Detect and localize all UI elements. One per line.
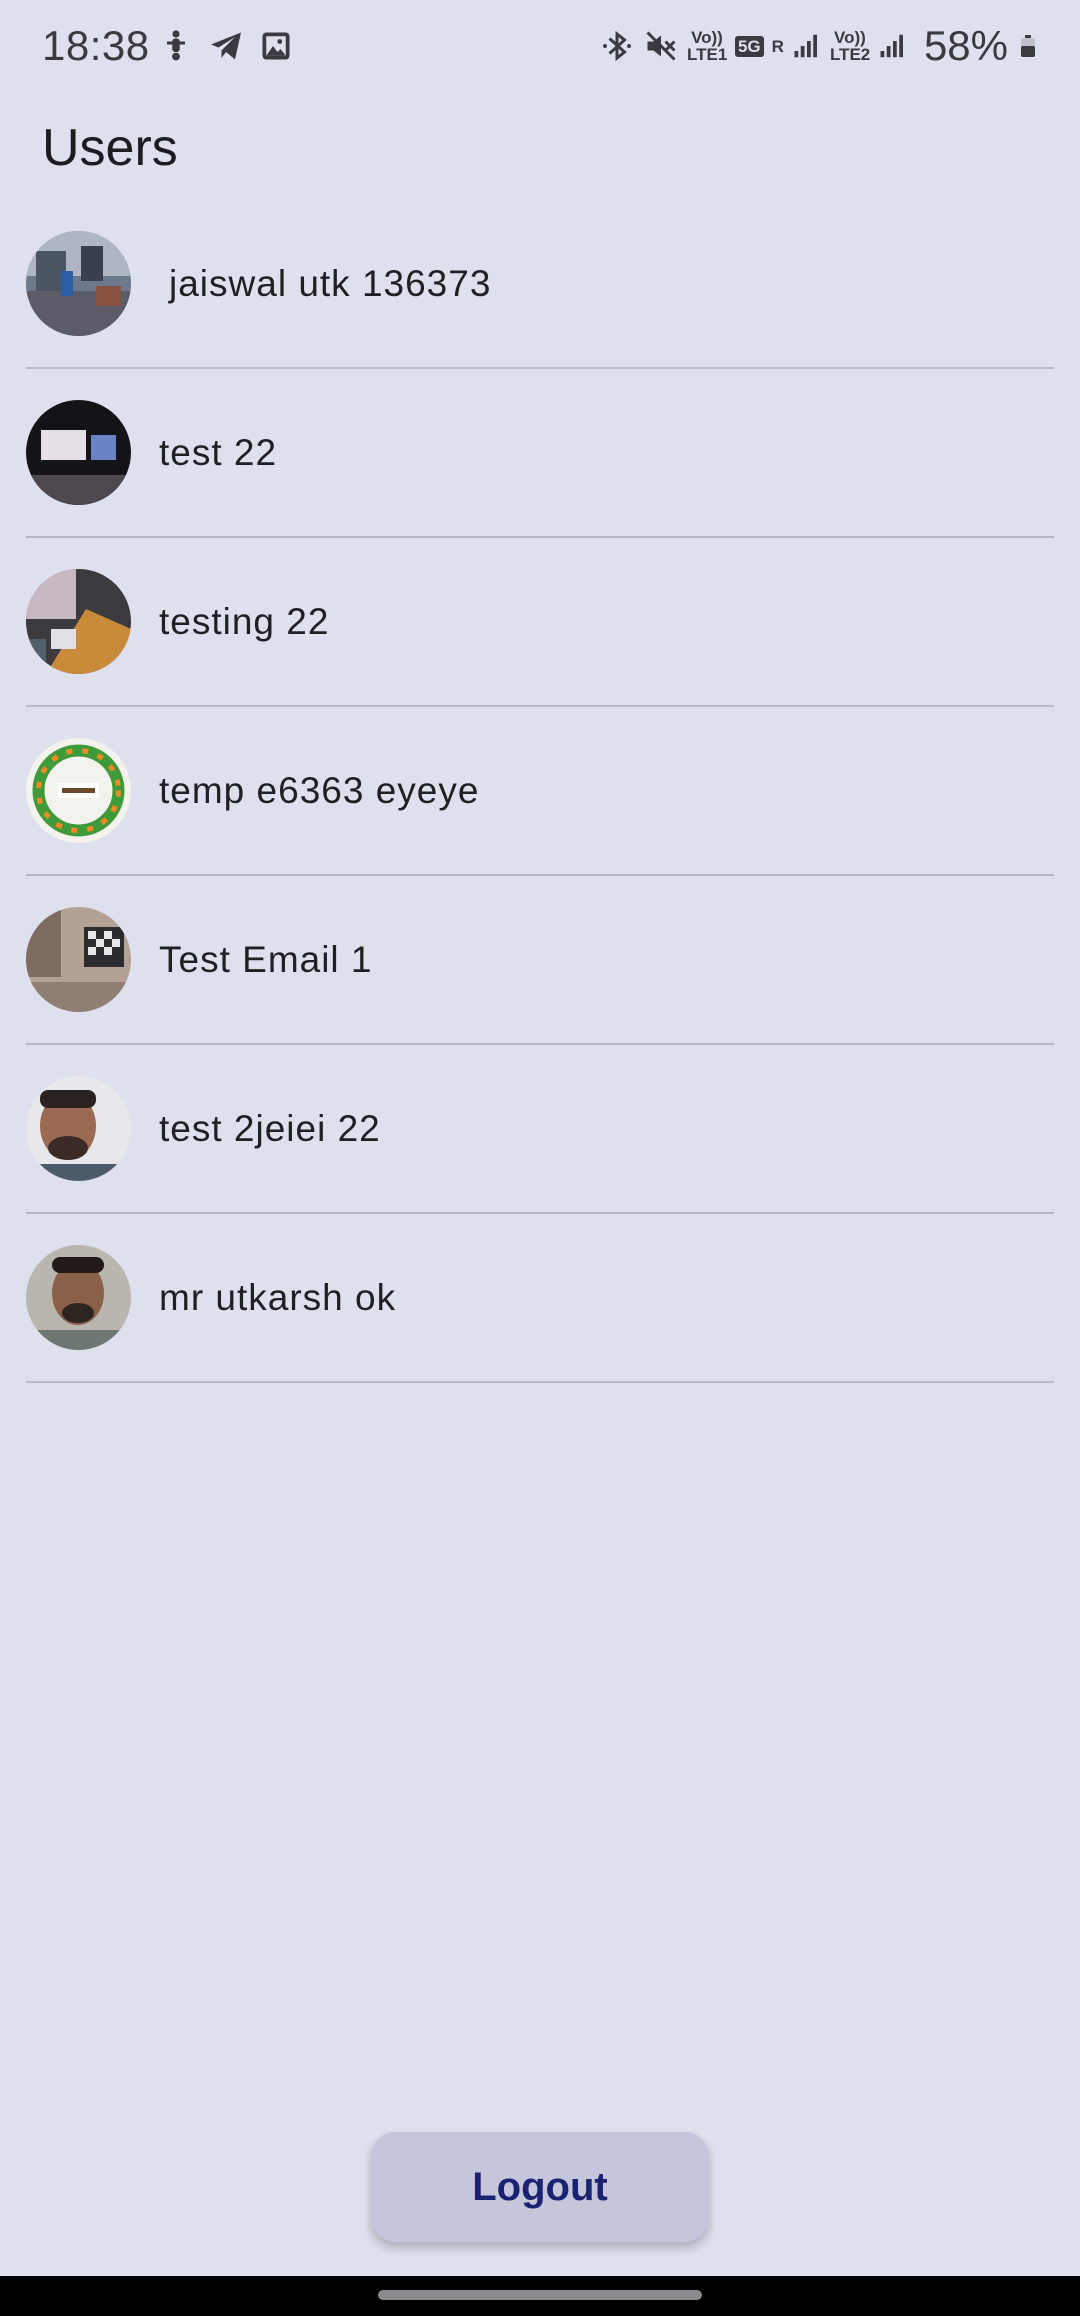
battery-percentage: 58% [923, 22, 1008, 69]
signal-icon-2 [880, 34, 903, 58]
user-list-item[interactable]: Test Email 1 [26, 876, 1054, 1045]
scooter-notification-icon [167, 30, 185, 61]
sim2-label: Vo)) LTE2 [829, 28, 871, 64]
page-title: Users [42, 119, 178, 177]
user-name: test 2jeiei 22 [159, 1107, 381, 1149]
avatar [26, 569, 131, 674]
user-name: mr utkarsh ok [159, 1276, 397, 1318]
user-name: testing 22 [159, 600, 330, 642]
navigation-bar [0, 2276, 1080, 2316]
user-name: test 22 [159, 431, 278, 473]
battery-icon [1021, 35, 1035, 57]
data-5g-label: 5G [734, 35, 764, 57]
user-name: jaiswal utk 136373 [169, 262, 492, 304]
signal-icon [794, 34, 817, 58]
telegram-icon [211, 32, 241, 60]
avatar [26, 231, 131, 336]
user-name: temp e6363 eyeye [159, 769, 480, 811]
user-list-item[interactable]: test 2jeiei 22 [26, 1045, 1054, 1214]
user-list-item[interactable]: jaiswal utk 136373 [26, 200, 1054, 369]
avatar [26, 907, 131, 1012]
roaming-label: R [771, 36, 784, 56]
home-gesture-handle[interactable] [378, 2290, 702, 2300]
sim1-label: Vo)) LTE1 [686, 28, 728, 64]
user-list-item[interactable]: mr utkarsh ok [26, 1214, 1054, 1383]
user-list-item[interactable]: temp e6363 eyeye [26, 707, 1054, 876]
avatar [26, 400, 131, 505]
bluetooth-icon [603, 30, 631, 62]
status-time: 18:38 [42, 22, 150, 69]
avatar [26, 1245, 131, 1350]
avatar [26, 1076, 131, 1181]
status-bar: 18:38 Vo)) LTE1 5G R Vo)) LTE2 58% [0, 0, 1080, 96]
mute-icon [646, 31, 676, 61]
system-status-icons: Vo)) LTE1 5G R Vo)) LTE2 58% [599, 22, 1040, 70]
user-list: jaiswal utk 136373 test 22 testing 22 te… [26, 200, 1054, 1383]
user-list-item[interactable]: test 22 [26, 369, 1054, 538]
gallery-icon [262, 32, 290, 60]
notification-icons [158, 28, 294, 64]
user-name: Test Email 1 [159, 938, 373, 980]
avatar [26, 738, 131, 843]
user-list-item[interactable]: testing 22 [26, 538, 1054, 707]
logout-button[interactable]: Logout [371, 2132, 709, 2242]
